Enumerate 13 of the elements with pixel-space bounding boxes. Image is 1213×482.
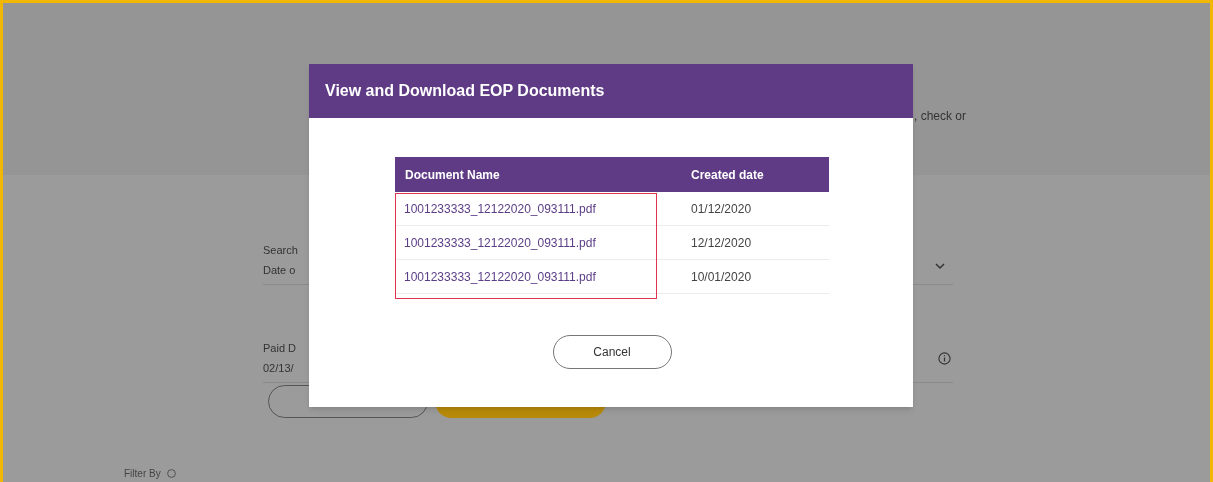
column-header: Document Name [404, 166, 501, 184]
document-link[interactable]: 1001233333_12122020_093111.pdf [395, 267, 691, 286]
cancel-button[interactable]: Cancel [552, 335, 672, 369]
date-cell-text: 10/01/2020 [691, 268, 752, 286]
filter-label: Filter By [124, 467, 161, 481]
date-cell-text: 01/12/2020 [691, 200, 752, 218]
dialog-title: View and Download EOP Documents [325, 81, 605, 101]
chevron-down-icon [935, 263, 945, 270]
document-link[interactable]: 1001233333_12122020_093111.pdf [395, 233, 691, 252]
column-header: Created date [691, 166, 764, 184]
date-cell-text: 12/12/2020 [691, 234, 752, 252]
document-link[interactable]: 1001233333_12122020_093111.pdf [395, 199, 691, 218]
intro-text: , check or [914, 109, 967, 123]
